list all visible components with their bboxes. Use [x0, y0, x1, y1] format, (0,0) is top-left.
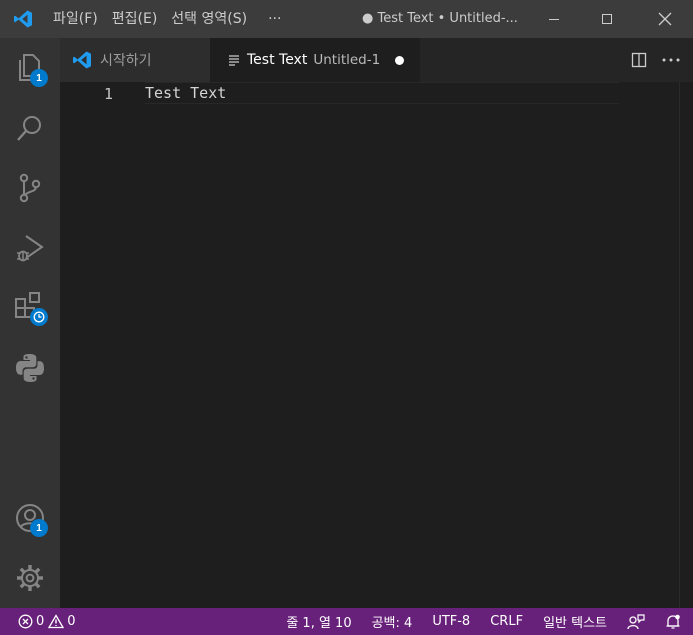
- explorer-button[interactable]: 1: [0, 38, 60, 98]
- text-file-icon: [229, 55, 239, 66]
- warning-icon: [48, 614, 65, 629]
- close-window-button[interactable]: [642, 0, 688, 38]
- editor-area[interactable]: 1 Test Text: [60, 82, 693, 608]
- gear-icon: [17, 565, 43, 591]
- search-button[interactable]: [0, 98, 60, 158]
- menu-bar: 파일(F) 편집(E) 선택 영역(S) ···: [46, 0, 295, 38]
- feedback-icon: [627, 613, 645, 629]
- title-bar: 파일(F) 편집(E) 선택 영역(S) ··· ● Test Text • U…: [0, 0, 693, 38]
- tab-active-sublabel: Untitled-1: [313, 52, 381, 68]
- accounts-button[interactable]: 1: [0, 488, 60, 548]
- line-number: 1: [103, 85, 113, 103]
- status-bar: 0 0 줄 1, 열 10 공백: 4 UTF-8 CRLF 일반 텍스트: [0, 608, 693, 635]
- problems-indicator[interactable]: 0 0: [0, 608, 80, 635]
- tab-test-text[interactable]: Test Text Untitled-1: [210, 38, 420, 82]
- source-control-button[interactable]: [0, 158, 60, 218]
- vscode-logo-icon: [0, 0, 46, 38]
- minimize-icon: [549, 19, 559, 20]
- split-editor-icon: [631, 52, 647, 68]
- feedback-button[interactable]: [617, 608, 655, 635]
- indentation[interactable]: 공백: 4: [362, 608, 423, 635]
- editor-actions: [623, 38, 693, 82]
- python-icon: [16, 354, 44, 382]
- warning-count: 0: [67, 614, 76, 629]
- bell-icon: [666, 614, 680, 629]
- overview-ruler[interactable]: [679, 82, 693, 608]
- more-actions-button[interactable]: [655, 38, 687, 82]
- python-button[interactable]: [0, 338, 60, 398]
- tab-active-label: Test Text: [247, 52, 308, 68]
- split-editor-button[interactable]: [623, 38, 655, 82]
- maximize-button[interactable]: [584, 0, 630, 38]
- window-title: ● Test Text • Untitled-...: [362, 11, 518, 26]
- menu-more-button[interactable]: ···: [254, 0, 295, 38]
- status-right: 줄 1, 열 10 공백: 4 UTF-8 CRLF 일반 텍스트: [276, 608, 693, 635]
- source-control-icon: [19, 173, 41, 203]
- vscode-logo-icon: [73, 51, 91, 69]
- run-debug-button[interactable]: [0, 218, 60, 278]
- menu-edit[interactable]: 편집(E): [105, 0, 165, 38]
- close-icon: [658, 12, 672, 26]
- minimize-button[interactable]: [531, 0, 577, 38]
- tab-start-label: 시작하기: [100, 53, 152, 69]
- search-icon: [17, 116, 41, 141]
- menu-file[interactable]: 파일(F): [46, 0, 105, 38]
- error-count: 0: [36, 614, 45, 629]
- account-badge: 1: [30, 519, 48, 537]
- code-line[interactable]: Test Text: [145, 83, 226, 103]
- ellipsis-icon: [662, 58, 680, 62]
- menu-selection[interactable]: 선택 영역(S): [164, 0, 254, 38]
- error-icon: [18, 614, 33, 629]
- encoding[interactable]: UTF-8: [422, 608, 480, 635]
- run-debug-icon: [17, 235, 44, 262]
- tab-start[interactable]: 시작하기: [60, 38, 210, 82]
- end-of-line[interactable]: CRLF: [480, 608, 533, 635]
- activity-bar: 1 1: [0, 38, 60, 608]
- language-mode[interactable]: 일반 텍스트: [533, 608, 617, 635]
- manage-button[interactable]: [0, 548, 60, 608]
- notifications-button[interactable]: [655, 608, 693, 635]
- tab-bar: 시작하기 Test Text Untitled-1: [60, 38, 693, 82]
- explorer-badge: 1: [30, 69, 48, 87]
- cursor-position[interactable]: 줄 1, 열 10: [276, 608, 361, 635]
- maximize-icon: [602, 14, 612, 24]
- unsaved-dot-icon[interactable]: [395, 55, 405, 65]
- extensions-button[interactable]: [0, 278, 60, 338]
- clock-icon: [30, 308, 48, 326]
